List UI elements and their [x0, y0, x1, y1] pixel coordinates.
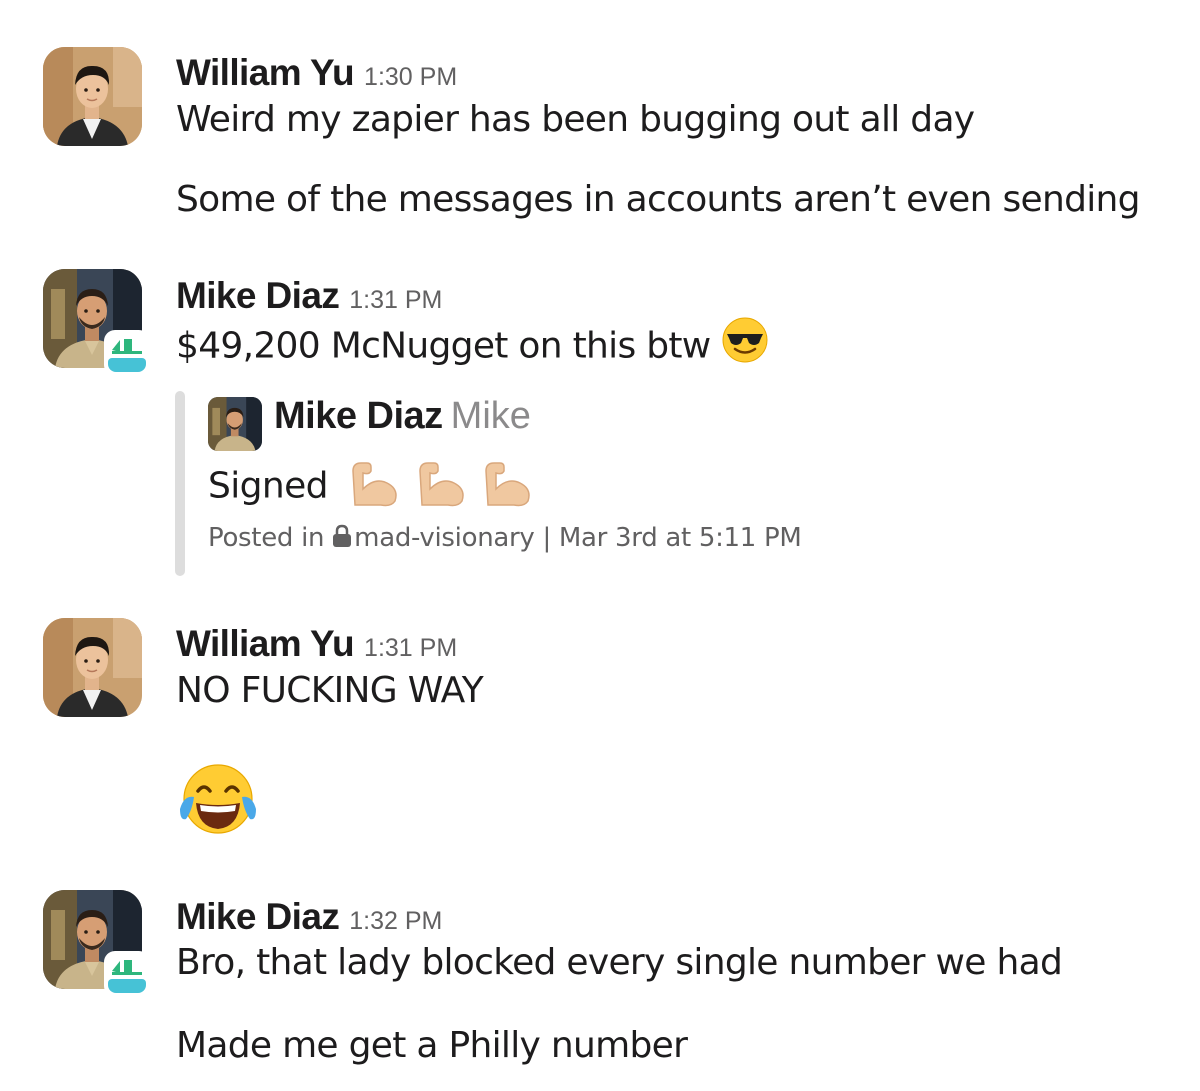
timestamp[interactable]: 1:31 PM [349, 286, 442, 314]
timestamp[interactable]: 1:31 PM [364, 634, 457, 662]
quote-header: Mike Diaz Mike [274, 395, 531, 438]
message-text: Bro, that lady blocked every single numb… [176, 942, 1063, 983]
quote-date-link[interactable]: Mar 3rd at 5:11 PM [559, 523, 802, 553]
flexed-biceps-emoji [478, 459, 534, 516]
lock-icon [332, 524, 352, 555]
message-text: Weird my zapier has been bugging out all… [176, 99, 975, 140]
message-header: William Yu 1:30 PM [176, 52, 1180, 96]
quote-bar [175, 391, 185, 576]
avatar-william-yu[interactable] [43, 47, 142, 146]
channel-link[interactable]: mad-visionary [354, 523, 535, 553]
quote-text-content: Signed [208, 465, 329, 507]
message-list: William Yu 1:30 PM Weird my zapier has be… [0, 0, 1200, 1091]
timestamp[interactable]: 1:32 PM [349, 907, 442, 935]
sunglasses-emoji [721, 316, 769, 379]
flexed-biceps-emoji [412, 459, 468, 516]
message-text-content: $49,200 McNugget on this btw [176, 325, 711, 367]
posted-in-label: Posted in [208, 523, 325, 553]
meta-separator: | [542, 523, 551, 553]
quote-sender-name[interactable]: Mike Diaz [274, 395, 443, 437]
message-text: NO FUCKING WAY [176, 670, 484, 711]
sender-name[interactable]: William Yu [176, 623, 355, 664]
message-text: $49,200 McNugget on this btw [176, 316, 1180, 368]
sender-name[interactable]: Mike Diaz [176, 275, 340, 316]
sender-name[interactable]: William Yu [176, 52, 355, 93]
quote-meta: Posted in mad-visionary | Mar 3rd at 5:11… [208, 523, 802, 555]
quote-sender-alias: Mike [450, 395, 531, 437]
tears-of-joy-emoji [176, 761, 260, 841]
app-badge-icon [104, 330, 150, 376]
app-badge-icon [104, 951, 150, 997]
message-header: Mike Diaz 1:32 PM [176, 896, 1180, 940]
timestamp[interactable]: 1:30 PM [364, 63, 457, 91]
message-header: Mike Diaz 1:31 PM [176, 275, 1180, 319]
flexed-biceps-emoji [345, 459, 401, 516]
avatar-mike-diaz-small [208, 397, 262, 451]
sender-name[interactable]: Mike Diaz [176, 896, 340, 937]
message-text: Made me get a Philly number [176, 1025, 688, 1066]
message-text: Some of the messages in accounts aren’t … [176, 179, 1141, 220]
message-header: William Yu 1:31 PM [176, 623, 1180, 667]
quote-text: Signed [208, 459, 534, 516]
avatar-william-yu[interactable] [43, 618, 142, 717]
shared-message-attachment[interactable]: Mike Diaz Mike Signed Posted in mad-visio [175, 391, 975, 576]
